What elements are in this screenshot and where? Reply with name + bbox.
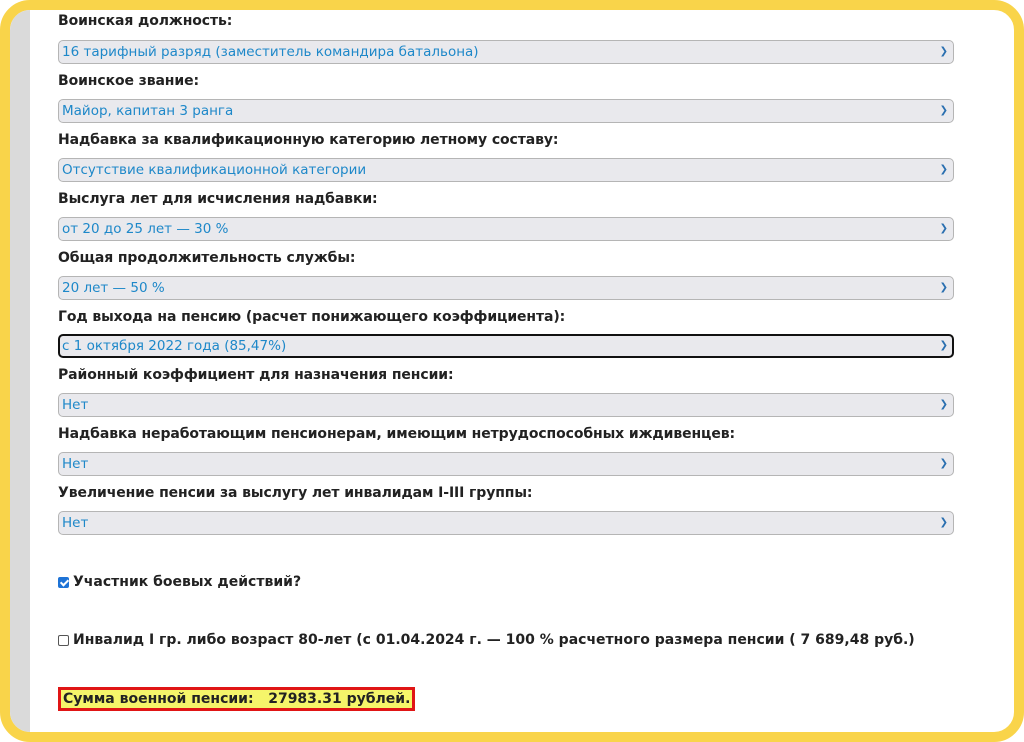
disabled-or-80-checkbox[interactable]	[58, 634, 69, 646]
disabled-or-80-label: Инвалид I гр. либо возраст 80-лет (с 01.…	[73, 632, 915, 648]
chevron-down-icon: ❯	[939, 282, 948, 293]
select-military-rank-value: Майор, капитан 3 ранга	[62, 103, 234, 119]
select-service-length-bonus[interactable]: от 20 до 25 лет — 30 % ❯	[58, 217, 954, 241]
chevron-down-icon: ❯	[939, 105, 948, 116]
select-disability-increase[interactable]: Нет ❯	[58, 511, 954, 535]
chevron-down-icon: ❯	[939, 458, 948, 469]
select-military-position-value: 16 тарифный разряд (заместитель командир…	[62, 44, 479, 60]
select-military-rank[interactable]: Майор, капитан 3 ранга ❯	[58, 99, 954, 123]
select-qualification-bonus-value: Отсутствие квалификационной категории	[62, 162, 367, 178]
chevron-down-icon: ❯	[939, 223, 948, 234]
label-service-length-bonus: Выслуга лет для исчисления надбавки:	[58, 191, 378, 207]
label-military-position: Воинская должность:	[58, 13, 233, 29]
chevron-down-icon: ❯	[939, 164, 948, 175]
combat-veteran-checkbox-row[interactable]: Участник боевых действий?	[58, 574, 301, 590]
combat-veteran-checkbox[interactable]	[58, 576, 69, 588]
select-military-position[interactable]: 16 тарифный разряд (заместитель командир…	[58, 40, 954, 64]
select-qualification-bonus[interactable]: Отсутствие квалификационной категории ❯	[58, 158, 954, 182]
chevron-down-icon: ❯	[939, 46, 948, 57]
select-dependents-bonus[interactable]: Нет ❯	[58, 452, 954, 476]
chevron-down-icon: ❯	[939, 517, 948, 528]
chevron-down-icon: ❯	[939, 340, 948, 351]
label-qualification-bonus: Надбавка за квалификационную категорию л…	[58, 132, 559, 148]
select-regional-coefficient[interactable]: Нет ❯	[58, 393, 954, 417]
disabled-or-80-checkbox-row[interactable]: Инвалид I гр. либо возраст 80-лет (с 01.…	[58, 632, 915, 648]
combat-veteran-label: Участник боевых действий?	[73, 574, 302, 590]
chevron-down-icon: ❯	[939, 399, 948, 410]
select-disability-increase-value: Нет	[62, 515, 89, 531]
select-service-length-bonus-value: от 20 до 25 лет — 30 %	[62, 221, 229, 237]
left-strip	[10, 10, 30, 732]
select-retirement-year-value: с 1 октября 2022 года (85,47%)	[62, 338, 287, 354]
select-regional-coefficient-value: Нет	[62, 397, 89, 413]
label-dependents-bonus: Надбавка неработающим пенсионерам, имеющ…	[58, 426, 735, 442]
label-regional-coefficient: Районный коэффициент для назначения пенс…	[58, 367, 454, 383]
select-dependents-bonus-value: Нет	[62, 456, 89, 472]
pension-sum-result: Сумма военной пенсии: 27983.31 рублей.	[58, 687, 416, 711]
select-total-service[interactable]: 20 лет — 50 % ❯	[58, 276, 954, 300]
label-disability-increase: Увеличение пенсии за выслугу лет инвалид…	[58, 485, 533, 501]
select-retirement-year[interactable]: с 1 октября 2022 года (85,47%) ❯	[58, 334, 954, 358]
label-total-service: Общая продолжительность службы:	[58, 250, 356, 266]
label-retirement-year: Год выхода на пенсию (расчет понижающего…	[58, 309, 566, 325]
label-military-rank: Воинское звание:	[58, 73, 199, 89]
select-total-service-value: 20 лет — 50 %	[62, 280, 165, 296]
